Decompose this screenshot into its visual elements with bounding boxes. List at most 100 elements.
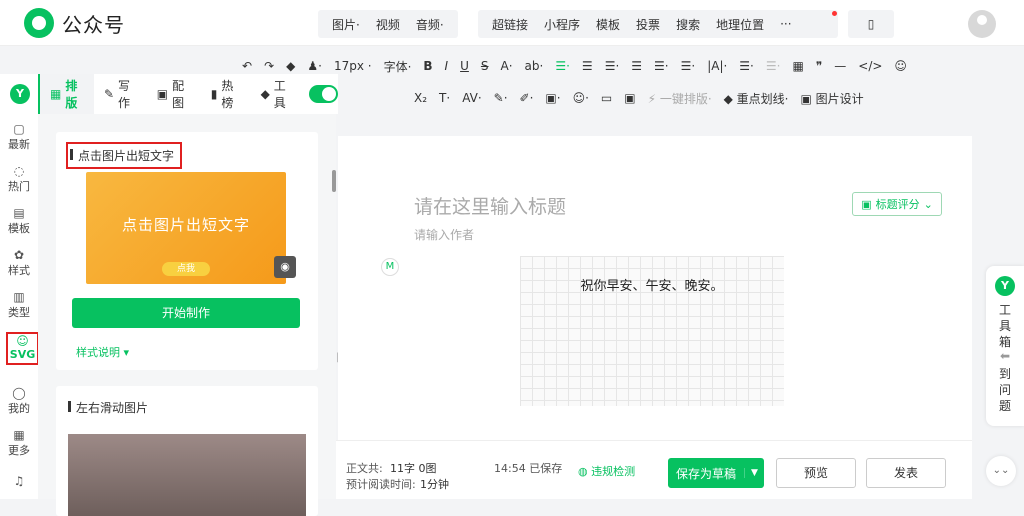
indent-icon[interactable]: ☰· — [599, 59, 626, 73]
format-painter-icon[interactable]: ◆ — [280, 59, 301, 73]
toolbox-label: 工 — [998, 303, 1011, 317]
rail-item-hot[interactable]: ◌ 热门 — [0, 164, 38, 194]
redo-icon[interactable]: ↷ — [258, 59, 280, 73]
title-score-button[interactable]: ▣ 标题评分 ⌄ — [852, 192, 942, 216]
html-icon[interactable]: ☺· — [567, 91, 595, 105]
text-style-icon[interactable]: T· — [433, 91, 456, 105]
svg-icon: ☺ — [16, 334, 29, 348]
insert-audio-button[interactable]: 音频· — [408, 16, 452, 33]
tab-images[interactable]: ▣ 配图 — [147, 74, 201, 114]
one-click-layout-button[interactable]: ▣ — [618, 91, 641, 105]
style-preview-image[interactable]: 点击图片出短文字 点我 — [86, 172, 286, 284]
rail-item-styles[interactable]: ✿ 样式 — [0, 248, 38, 278]
rail-item-templates[interactable]: ▤ 模板 — [0, 206, 38, 236]
clear-format-icon[interactable]: ♟· — [301, 59, 328, 73]
tab-trending[interactable]: ▮ 热榜 — [201, 74, 251, 114]
publish-button[interactable]: 发表 — [866, 458, 946, 488]
rail-item-svg[interactable]: ☺ SVG — [6, 332, 39, 365]
bookmark-icon: ▮ — [210, 87, 218, 101]
banner-pill: 点我 — [162, 262, 210, 276]
greeting-text: 祝你早安、午安、晚安。 — [580, 279, 724, 294]
underline-icon[interactable]: U — [454, 59, 475, 73]
bullet-list-icon[interactable]: ☰· — [733, 59, 760, 73]
letter-spacing-icon[interactable]: |A|· — [701, 59, 733, 73]
table-icon[interactable]: ▦ — [786, 59, 809, 73]
line-height-icon[interactable]: ☰ — [625, 59, 648, 73]
tab-writing[interactable]: ✎ 写作 — [94, 74, 147, 114]
block-handle-icon[interactable]: M — [381, 258, 399, 276]
save-draft-button[interactable]: 保存为草稿 ▼ — [668, 458, 764, 488]
paragraph-spacing-icon[interactable]: ☰· — [648, 59, 675, 73]
chevrons-down-icon[interactable]: ⌄⌄ — [986, 456, 1016, 486]
chevron-down-icon[interactable]: ▼ — [744, 468, 764, 478]
headset-icon[interactable]: ♫ — [0, 474, 38, 488]
brand-icon: Y — [995, 276, 1015, 296]
quote-icon[interactable]: ❞ — [810, 59, 828, 73]
font-family-select[interactable]: 字体· — [378, 58, 418, 75]
char-spacing-icon[interactable]: AV· — [456, 91, 487, 105]
mini-program-button[interactable]: 小程序 — [536, 16, 588, 33]
avatar[interactable] — [968, 10, 996, 38]
image-icon: ▣ — [156, 87, 169, 101]
insert-video-button[interactable]: 视频 — [368, 16, 408, 33]
strikethrough-icon[interactable]: S — [475, 59, 495, 73]
template-button[interactable]: 模板 — [588, 16, 628, 33]
highlight-line-button[interactable]: ⚡ 一键排版· — [642, 90, 718, 107]
italic-icon[interactable]: I — [439, 59, 455, 73]
rail-item-mine[interactable]: ◯ 我的 — [0, 386, 38, 416]
magic-wand-icon[interactable]: ✎· — [488, 91, 514, 105]
subscript-icon[interactable]: X₂ — [408, 91, 433, 105]
ai-layout-button[interactable]: ▣ 图片设计 — [795, 90, 870, 107]
numbered-list-icon[interactable]: ☰· — [760, 59, 787, 73]
panel-scrollbar[interactable] — [332, 170, 336, 192]
preview-button[interactable]: 预览 — [776, 458, 856, 488]
align-center-icon[interactable]: ☰ — [576, 59, 599, 73]
rail-item-types[interactable]: ▥ 类型 — [0, 290, 38, 320]
font-color-icon[interactable]: A· — [495, 59, 519, 73]
divider-icon[interactable]: — — [828, 59, 852, 73]
tab-layout[interactable]: ▦ 排版 — [38, 74, 94, 114]
sticker-icon[interactable]: ▣· — [539, 91, 566, 105]
insert-media-group: 图片· 视频 音频· — [318, 10, 458, 38]
apps-icon: ▦ — [13, 428, 25, 442]
author-input[interactable]: 请输入作者 — [414, 226, 474, 243]
toolbox-sidebar[interactable]: Y 工 具 箱 ⬅ 到 问 题 — [986, 266, 1024, 426]
style-note-link[interactable]: 样式说明 ▾ — [76, 344, 129, 360]
list-spacing-icon[interactable]: ☰· — [675, 59, 702, 73]
start-making-button[interactable]: 开始制作 — [72, 298, 300, 328]
title-input[interactable]: 请在这里输入标题 — [414, 192, 566, 219]
app-logo[interactable]: 公众号 — [24, 8, 125, 38]
eye-icon[interactable]: ◉ — [274, 256, 296, 278]
read-time-label: 预计阅读时间: — [346, 478, 416, 491]
user-icon: ◯ — [12, 386, 26, 400]
feedback-label[interactable]: 到 — [986, 366, 1024, 382]
undo-icon[interactable]: ↶ — [236, 59, 258, 73]
insert-feature-group: 超链接 小程序 模板 投票 搜索 地理位置 ··· — [478, 10, 838, 38]
shield-icon: ◍ — [578, 465, 592, 478]
emoji-icon[interactable]: ☺ — [888, 59, 913, 73]
search-button[interactable]: 搜索 — [668, 16, 708, 33]
style-preview-image[interactable] — [68, 434, 306, 516]
image-design-button[interactable]: ◆ 重点划线· — [718, 90, 795, 107]
insert-image-button[interactable]: 图片· — [324, 16, 368, 33]
phone-preview-button[interactable]: ▯ — [848, 10, 894, 38]
more-button[interactable]: ··· — [772, 17, 799, 31]
brand-icon[interactable]: Y — [10, 84, 30, 104]
rail-item-more[interactable]: ▦ 更多 — [0, 428, 38, 458]
compliance-check-link[interactable]: ◍ 违规检测 — [578, 463, 635, 479]
location-button[interactable]: 地理位置 — [708, 16, 772, 33]
vote-button[interactable]: 投票 — [628, 16, 668, 33]
hyperlink-button[interactable]: 超链接 — [484, 16, 536, 33]
code-icon[interactable]: </> — [852, 59, 888, 73]
panel-toggle[interactable] — [308, 85, 338, 103]
image-edit-icon[interactable]: ✐· — [514, 91, 540, 105]
bold-icon[interactable]: B — [417, 59, 438, 73]
toolbox-icon[interactable]: ▭ — [595, 91, 618, 105]
left-rail: Y ▢ 最新 ◌ 热门 ▤ 模板 ✿ 样式 ▥ 类型 ☺ SVG ◯ 我的 ▦ 更多 ♫ — [0, 74, 39, 499]
background-color-icon[interactable]: ab· — [519, 59, 550, 73]
card-title: 点击图片出短文字 — [66, 142, 183, 169]
tab-tools[interactable]: ◆ 工具 — [251, 74, 303, 114]
rail-item-latest[interactable]: ▢ 最新 — [0, 122, 38, 152]
font-size-select[interactable]: 17px · — [328, 59, 378, 73]
align-left-icon[interactable]: ☰· — [549, 59, 576, 73]
